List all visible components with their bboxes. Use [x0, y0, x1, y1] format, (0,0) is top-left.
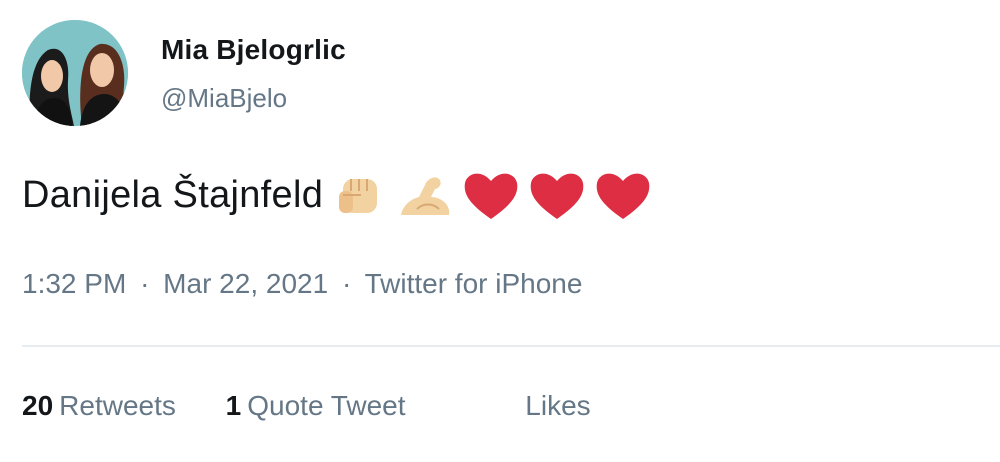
divider [22, 345, 1000, 347]
avatar[interactable] [22, 20, 128, 126]
tweet-time[interactable]: 1:32 PM [22, 268, 126, 299]
meta-separator: · [140, 268, 150, 299]
tweet-meta: 1:32 PM · Mar 22, 2021 · Twitter for iPh… [22, 268, 582, 300]
red-heart-icon [461, 165, 521, 225]
tweet-stats: 20 Retweets 1 Quote Tweet Likes [22, 390, 633, 422]
quote-tweet-stat[interactable]: 1 Quote Tweet [226, 390, 406, 422]
avatar-image [22, 20, 128, 126]
author-handle[interactable]: @MiaBjelo [161, 83, 287, 114]
tweet-source[interactable]: Twitter for iPhone [365, 268, 583, 299]
quote-count: 1 [225, 390, 242, 421]
author-name[interactable]: Mia Bjelogrlic [161, 34, 346, 66]
flexed-biceps-icon [395, 165, 455, 225]
retweets-count: 20 [22, 390, 54, 421]
tweet-date[interactable]: Mar 22, 2021 [163, 268, 328, 299]
tweet-card: Mia Bjelogrlic @MiaBjelo Danijela Štajnf… [0, 0, 1000, 462]
red-heart-icon [593, 165, 653, 225]
retweets-label: Retweets [59, 390, 176, 421]
retweets-stat[interactable]: 20 Retweets [22, 390, 176, 422]
tweet-text: Danijela Štajnfeld [22, 173, 324, 216]
tweet-body: Danijela Štajnfeld [22, 165, 653, 225]
likes-label: Likes [525, 390, 591, 421]
red-heart-icon [527, 165, 587, 225]
raised-fist-icon [329, 165, 389, 225]
quote-label: Quote Tweet [247, 390, 406, 421]
likes-stat[interactable]: Likes [525, 390, 590, 422]
meta-separator: · [341, 268, 352, 299]
